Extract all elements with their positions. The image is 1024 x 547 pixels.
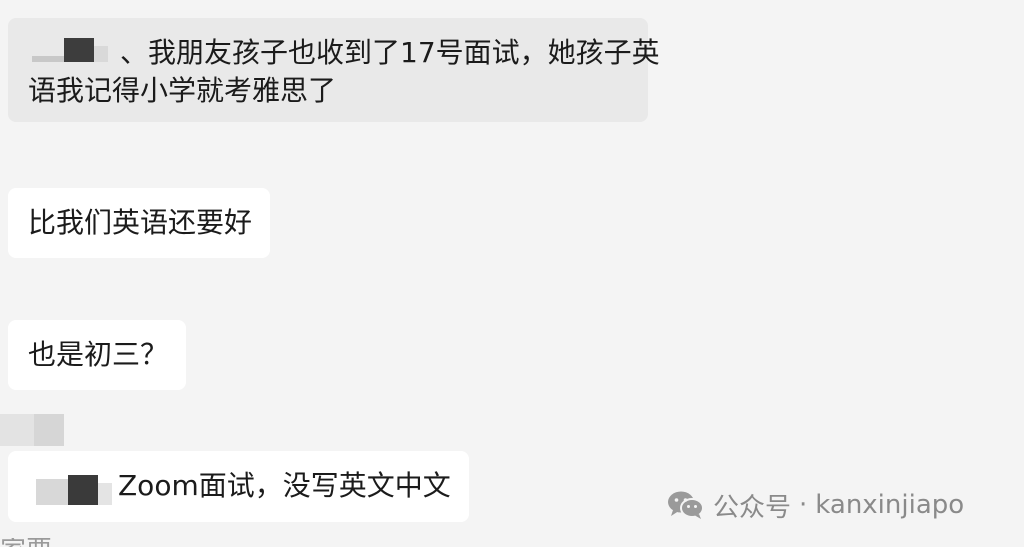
chat-bubble-3[interactable]: 也是初三？ bbox=[8, 320, 186, 390]
chat-bubble-4-text: Zoom面试，没写英文中文 bbox=[118, 469, 451, 502]
redacted-avatar-block bbox=[0, 414, 64, 446]
chat-bubble-4[interactable]: Zoom面试，没写英文中文 bbox=[8, 451, 469, 522]
watermark-account: kanxinjiapo bbox=[815, 490, 965, 520]
watermark-separator: · bbox=[799, 490, 808, 520]
chat-bubble-1[interactable]: 、我朋友孩子也收到了17号面试，她孩子英 语我记得小学就考雅思了 bbox=[8, 18, 660, 122]
wechat-icon bbox=[668, 491, 704, 519]
redacted-name-mark bbox=[36, 471, 118, 505]
chat-bubble-2[interactable]: 比我们英语还要好 bbox=[8, 188, 270, 258]
watermark-label: 公众号 bbox=[713, 492, 792, 523]
chat-bubble-2-text: 比我们英语还要好 bbox=[28, 206, 253, 239]
watermark: 公众号 · kanxinjiapo bbox=[667, 487, 964, 523]
redacted-name-mark bbox=[28, 36, 120, 66]
chat-bubble-1-line-1: 、我朋友孩子也收到了17号面试，她孩子英 bbox=[28, 34, 660, 72]
chat-bubble-3-text: 也是初三？ bbox=[28, 338, 169, 371]
chat-bubble-1-text-line-2: 语我记得小学就考雅思了 bbox=[28, 74, 337, 107]
chat-bubble-1-text-line-1: 、我朋友孩子也收到了17号面试，她孩子英 bbox=[120, 36, 660, 69]
cut-off-message-text: 家要 bbox=[0, 538, 60, 547]
